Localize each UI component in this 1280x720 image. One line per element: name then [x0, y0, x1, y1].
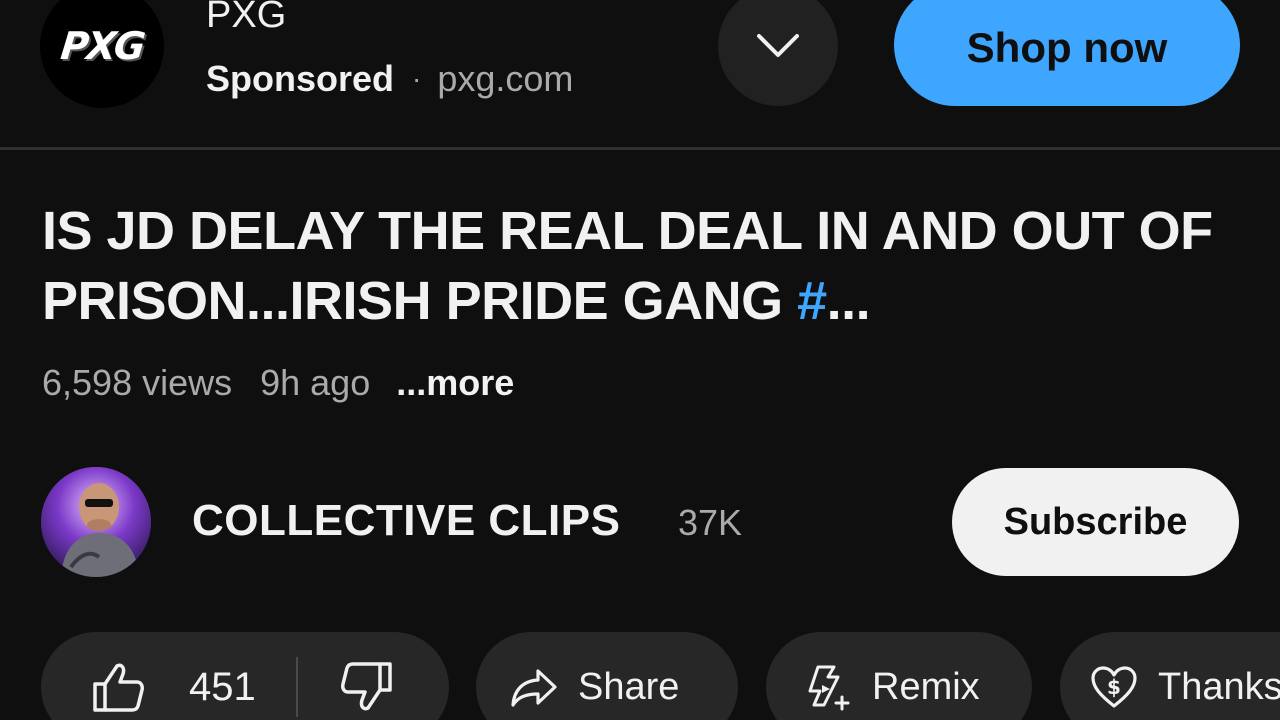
- advertiser-logo-text: PXG: [58, 24, 146, 68]
- svg-text:$: $: [1107, 675, 1121, 699]
- like-dislike-pill: 451: [41, 632, 449, 720]
- meta-separator: ·: [412, 63, 422, 94]
- remix-icon: [804, 663, 852, 711]
- thanks-label: Thanks: [1158, 665, 1280, 708]
- video-title[interactable]: IS JD DELAY THE REAL DEAL IN AND OUT OF …: [42, 196, 1252, 336]
- thumbs-up-icon: [91, 662, 145, 712]
- video-title-ellipsis: ...: [826, 271, 871, 331]
- video-title-hashtag[interactable]: #: [797, 271, 827, 331]
- remix-label: Remix: [872, 665, 980, 708]
- ad-domain[interactable]: pxg.com: [437, 58, 573, 100]
- channel-avatar[interactable]: [41, 467, 151, 577]
- view-count: 6,598 views: [42, 362, 233, 403]
- share-label: Share: [578, 665, 680, 708]
- remix-button[interactable]: Remix: [766, 632, 1032, 720]
- more-description-link[interactable]: ...more: [396, 362, 514, 404]
- sponsored-label: Sponsored: [206, 58, 395, 99]
- thumbs-down-icon: [340, 662, 394, 712]
- subscriber-count: 37K: [678, 502, 743, 543]
- video-info-panel: PXG PXG Sponsored · pxg.com Shop now IS …: [0, 0, 1280, 720]
- advertiser-name[interactable]: PXG: [206, 0, 286, 37]
- thanks-button[interactable]: $ Thanks: [1060, 632, 1280, 720]
- channel-name[interactable]: COLLECTIVE CLIPS: [192, 496, 620, 546]
- like-button[interactable]: 451: [41, 632, 256, 720]
- divider: [0, 147, 1280, 150]
- chevron-down-icon: [755, 32, 801, 60]
- video-stats: 6,598 views 9h ago ...more: [42, 362, 514, 404]
- like-count: 451: [189, 664, 256, 709]
- dislike-button[interactable]: [298, 632, 394, 720]
- thanks-heart-dollar-icon: $: [1090, 665, 1138, 709]
- shop-now-button[interactable]: Shop now: [894, 0, 1240, 106]
- ad-expand-button[interactable]: [718, 0, 838, 106]
- video-title-text: IS JD DELAY THE REAL DEAL IN AND OUT OF …: [42, 201, 1213, 331]
- subscribe-button[interactable]: Subscribe: [952, 468, 1239, 576]
- upload-age: 9h ago: [260, 362, 371, 403]
- ad-meta: Sponsored · pxg.com: [206, 58, 573, 100]
- share-button[interactable]: Share: [476, 632, 738, 720]
- share-arrow-icon: [510, 667, 558, 707]
- advertiser-logo[interactable]: PXG: [40, 0, 164, 108]
